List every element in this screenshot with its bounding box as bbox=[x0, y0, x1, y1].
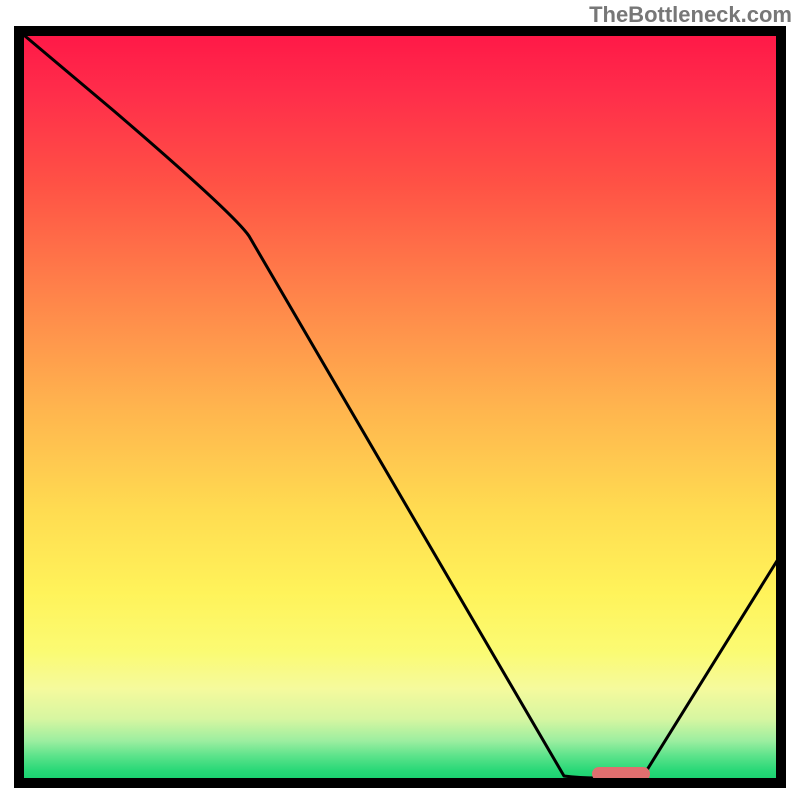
watermark-text: TheBottleneck.com bbox=[589, 2, 792, 28]
optimal-range-marker bbox=[592, 767, 650, 778]
chart-container: TheBottleneck.com bbox=[0, 0, 800, 800]
chart-svg-overlay bbox=[24, 36, 776, 778]
bottleneck-curve-line bbox=[24, 36, 776, 778]
plot-area bbox=[24, 36, 776, 778]
